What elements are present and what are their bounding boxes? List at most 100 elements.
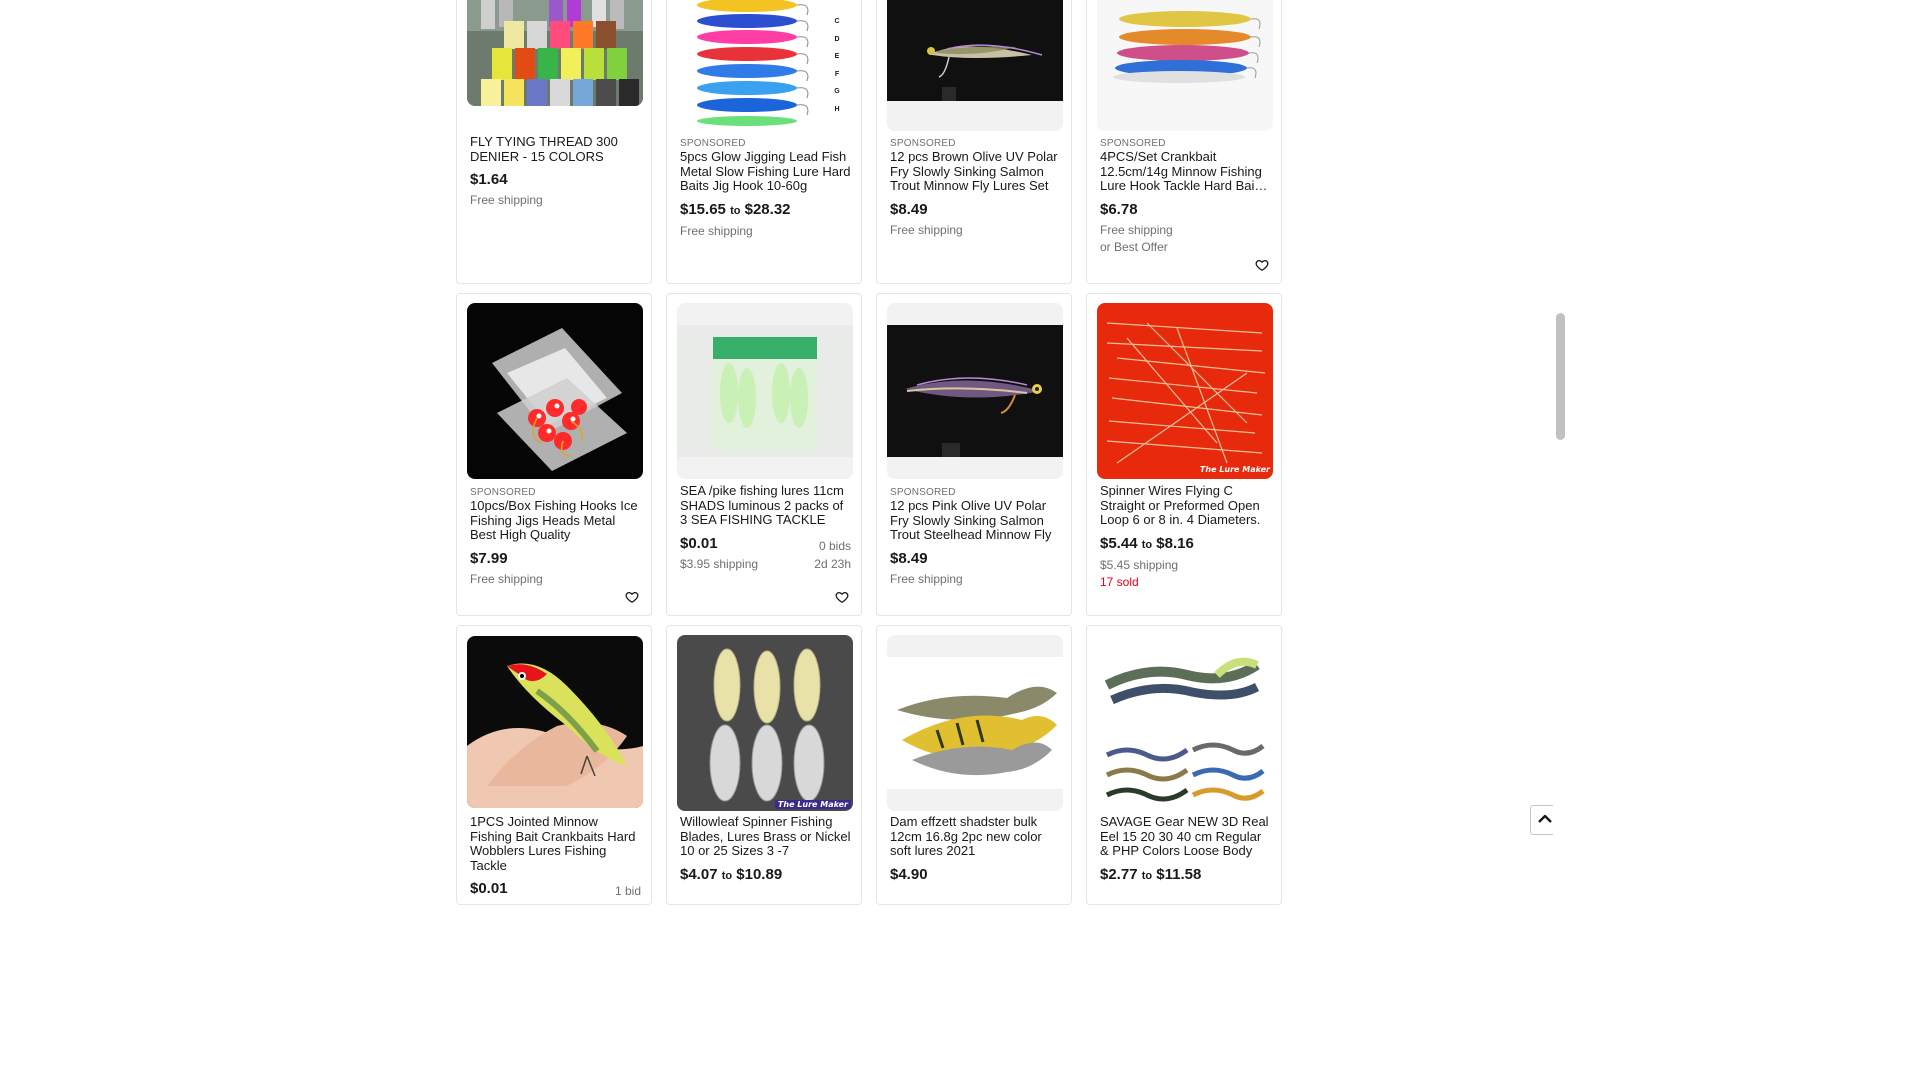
listing-image[interactable]: C D E F G H [677,0,853,131]
listing-image[interactable]: The Lure Maker [677,635,853,811]
listing-image[interactable] [677,303,853,479]
listing-card[interactable]: The Lure Maker Spinner Wires Flying C St… [1086,293,1282,616]
listing-title[interactable]: 4PCS/Set Crankbait 12.5cm/14g Minnow Fis… [1100,150,1271,194]
size-letter: D [834,35,840,43]
brand-watermark: The Lure Maker [1199,465,1270,474]
listing-price: $6.78 [1100,200,1138,218]
listing-shipping: $5.45 shipping [1100,557,1179,572]
listing-title[interactable]: 1PCS Jointed Minnow Fishing Bait Crankba… [470,814,641,873]
listing-info: Dam effzett shadster bulk 12cm 16.8g 2pc… [890,814,1061,884]
listing-shipping: Free shipping [470,193,543,208]
listing-info: FLY TYING THREAD 300 DENIER - 15 COLORS … [470,134,641,208]
listing-info: SPONSORED 5pcs Glow Jigging Lead Fish Me… [680,138,851,238]
listing-price: $8.49 [890,200,928,218]
listing-title[interactable]: SEA /pike fishing lures 11cm SHADS lumin… [680,483,851,528]
price-to-separator: to [730,204,741,217]
listing-price: $7.99 [470,549,508,567]
listing-price: $4.07 to $10.89 [680,866,851,885]
price-to: $8.16 [1156,534,1194,552]
listing-shipping: Free shipping [470,571,543,586]
heart-icon[interactable] [831,586,853,608]
page-scrollbar[interactable] [1553,0,1568,882]
scrollbar-thumb[interactable] [1556,313,1565,440]
price-to: $11.58 [1156,865,1202,883]
price-value: $0.01 [470,880,508,898]
listing-card[interactable]: Dam effzett shadster bulk 12cm 16.8g 2pc… [876,625,1072,905]
price-from: $15.65 [680,200,726,218]
size-letter: G [834,88,840,95]
heart-icon[interactable] [1251,254,1273,276]
listing-card[interactable]: SPONSORED 12 pcs Brown Olive UV Polar Fr… [876,0,1072,284]
listing-info: 1PCS Jointed Minnow Fishing Bait Crankba… [470,814,641,898]
thread-spools-image [467,0,643,106]
listing-title[interactable]: 5pcs Glow Jigging Lead Fish Metal Slow F… [680,149,851,194]
sold-count: 17 sold [1100,574,1139,589]
spinner-wires-image [1097,303,1273,479]
listing-title[interactable]: FLY TYING THREAD 300 DENIER - 15 COLORS [470,134,641,164]
size-letter: F [834,70,840,78]
brand-watermark: The Lure Maker [774,800,851,809]
best-offer-label: or Best Offer [1100,239,1168,254]
listing-title[interactable]: Dam effzett shadster bulk 12cm 16.8g 2pc… [890,814,1061,859]
price-from: $5.44 [1100,534,1138,552]
listing-card[interactable]: C D E F G H SPONSORED 5pcs Glow Jigging … [666,0,862,284]
listing-title[interactable]: Spinner Wires Flying C Straight or Prefo… [1100,483,1271,528]
listing-price: $2.77 to $11.58 [1100,866,1271,885]
listing-info: Willowleaf Spinner Fishing Blades, Lures… [680,814,851,885]
sponsored-label: SPONSORED [1100,138,1166,149]
listing-card[interactable]: FLY TYING THREAD 300 DENIER - 15 COLORS … [456,0,652,284]
listing-title[interactable]: 12 pcs Brown Olive UV Polar Fry Slowly S… [890,149,1061,194]
listing-card[interactable]: The Lure Maker Willowleaf Spinner Fishin… [666,625,862,905]
spinner-blades-image [677,635,853,811]
listing-info: SPONSORED 4PCS/Set Crankbait 12.5cm/14g … [1100,138,1271,254]
price-from: $4.07 [680,865,718,883]
listing-card[interactable]: SPONSORED 4PCS/Set Crankbait 12.5cm/14g … [1086,0,1282,284]
jig-lures-image [677,0,853,131]
listing-card[interactable]: SPONSORED 12 pcs Pink Olive UV Polar Fry… [876,293,1072,616]
listing-card[interactable]: SPONSORED 10pcs/Box Fishing Hooks Ice Fi… [456,293,652,616]
listing-image[interactable] [887,303,1063,479]
listing-info: SPONSORED 12 pcs Brown Olive UV Polar Fr… [890,138,1061,237]
listing-info: SPONSORED 12 pcs Pink Olive UV Polar Fry… [890,487,1061,586]
price-to: $28.32 [744,200,791,218]
listing-price: $8.49 [890,549,928,567]
listing-image[interactable]: The Lure Maker [1097,303,1273,479]
listing-info: SPONSORED 10pcs/Box Fishing Hooks Ice Fi… [470,487,641,586]
listing-title[interactable]: 12 pcs Pink Olive UV Polar Fry Slowly Si… [890,498,1061,543]
listing-image[interactable] [887,0,1063,131]
price-value: $0.01 [680,534,718,552]
size-letter: E [834,53,840,60]
listing-price: $5.44 to $8.16 [1100,535,1271,554]
bid-count: 1 bid [614,884,641,899]
price-to-separator: to [721,869,733,882]
listing-shipping: Free shipping [1100,222,1173,237]
listing-image[interactable] [1097,635,1273,811]
listing-shipping: Free shipping [890,222,963,237]
listing-title[interactable]: Willowleaf Spinner Fishing Blades, Lures… [680,814,851,859]
listing-title[interactable]: SAVAGE Gear NEW 3D Real Eel 15 20 30 40 … [1100,814,1271,859]
listing-image[interactable] [1097,0,1273,131]
listing-image[interactable] [887,635,1063,811]
heart-icon[interactable] [621,586,643,608]
size-letters: C D E F G H [831,13,843,118]
listing-card[interactable]: 1PCS Jointed Minnow Fishing Bait Crankba… [456,625,652,905]
listing-image[interactable] [467,0,643,106]
listing-title[interactable]: 10pcs/Box Fishing Hooks Ice Fishing Jigs… [470,498,641,543]
size-letter: H [834,105,840,113]
listing-price: $4.90 [890,865,928,883]
listing-image[interactable] [467,636,643,808]
listing-shipping: Free shipping [890,571,963,586]
listing-price: $0.01 0 bids [680,535,851,553]
listing-price: $0.01 1 bid [470,880,641,898]
fly-lure-image [887,303,1063,479]
listing-image[interactable] [467,303,643,479]
bid-count: 0 bids [818,538,851,553]
price-from: $2.77 [1100,865,1138,883]
size-letter: C [834,18,840,25]
listing-card[interactable]: SAVAGE Gear NEW 3D Real Eel 15 20 30 40 … [1086,625,1282,905]
time-left: 2d 23h [814,556,851,571]
eel-lures-image [1097,635,1273,811]
fly-lure-image [887,0,1063,131]
listing-card[interactable]: SEA /pike fishing lures 11cm SHADS lumin… [666,293,862,616]
listing-info: SEA /pike fishing lures 11cm SHADS lumin… [680,483,851,571]
